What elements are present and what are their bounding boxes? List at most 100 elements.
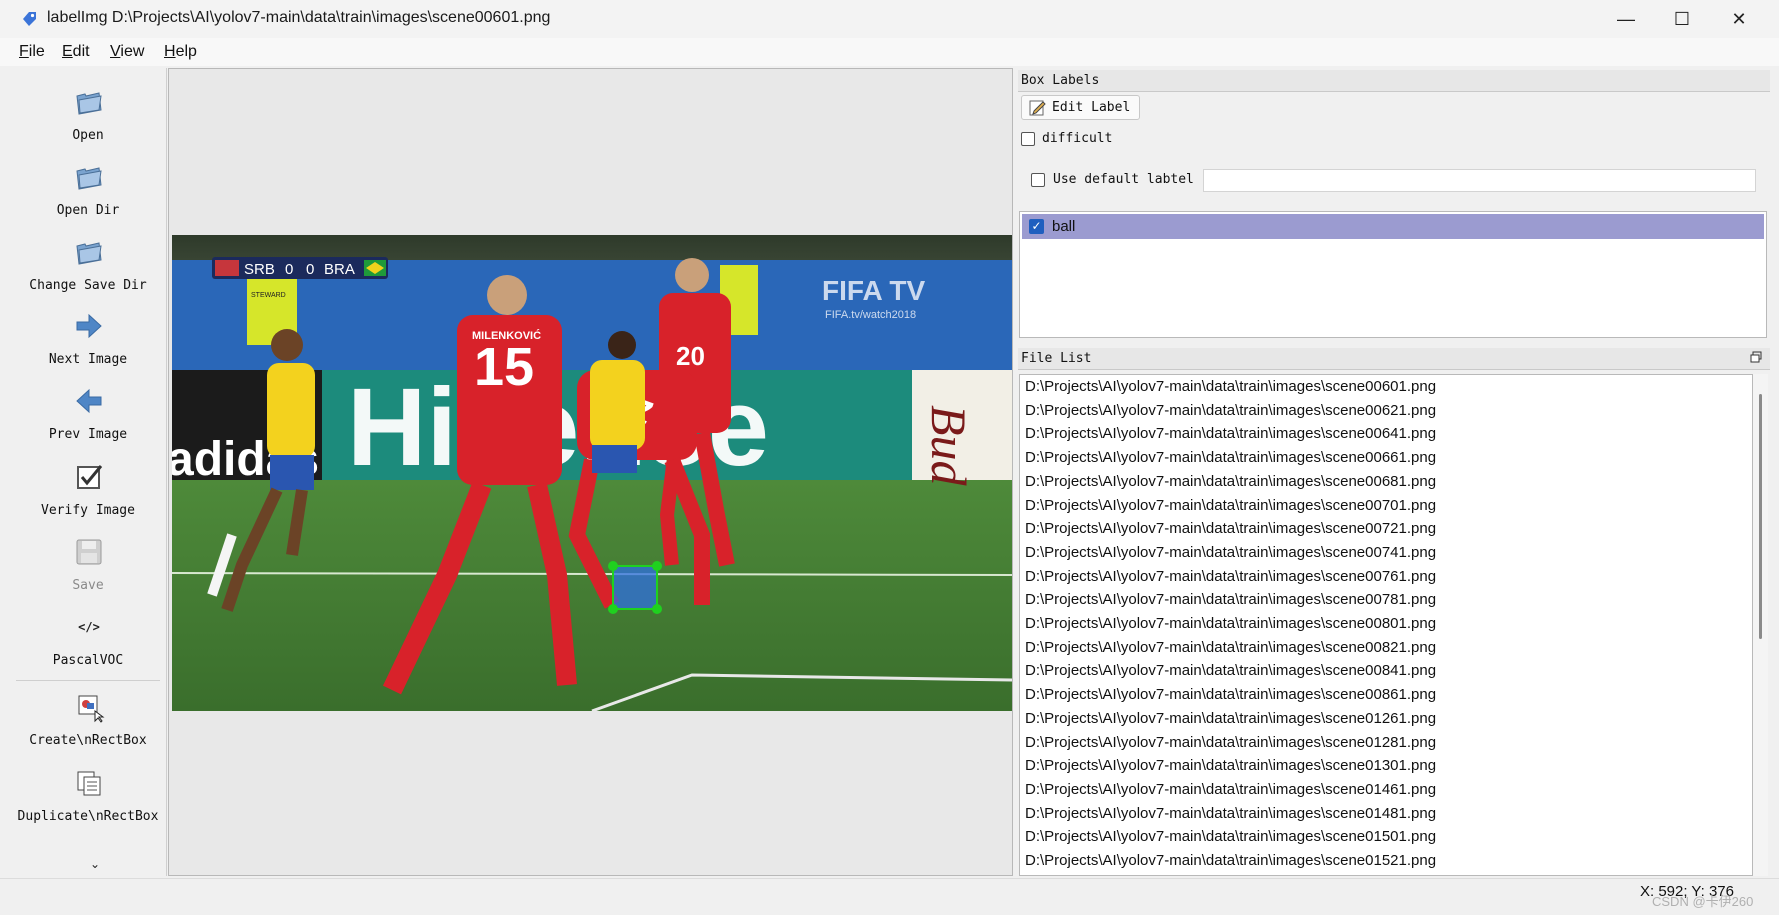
player-number-second: 20: [676, 341, 705, 371]
create-rectbox-button[interactable]: Create\nRectBox: [10, 685, 166, 755]
broadcaster-url: FIFA.tv/watch2018: [825, 309, 916, 321]
duplicate-rectbox-button[interactable]: Duplicate\nRectBox: [10, 761, 166, 831]
home-team: SRB: [244, 261, 275, 278]
duplicate-icon: [77, 771, 101, 796]
next-image-label: Next Image: [48, 352, 128, 367]
difficult-label: difficult: [1042, 131, 1113, 146]
watermark: CSDN @卡伊260: [1652, 894, 1754, 909]
file-list-item[interactable]: D:\Projects\AI\yolov7-main\data\train\im…: [1025, 402, 1436, 419]
file-list-item[interactable]: D:\Projects\AI\yolov7-main\data\train\im…: [1025, 686, 1436, 703]
chevron-down-icon[interactable]: ⌄: [90, 857, 100, 871]
duplicate-rectbox-label: Duplicate\nRectBox: [17, 809, 159, 824]
change-save-dir-button[interactable]: Change Save Dir: [10, 230, 166, 300]
broadcaster-logo: FIFA TV: [822, 275, 926, 306]
open-dir-button[interactable]: Open Dir: [10, 155, 166, 225]
arrow-left-icon: [76, 388, 102, 414]
default-label-input[interactable]: [1203, 169, 1756, 192]
pascalvoc-label: PascalVOC: [52, 653, 124, 668]
file-list-item[interactable]: D:\Projects\AI\yolov7-main\data\train\im…: [1025, 449, 1436, 466]
next-image-button[interactable]: Next Image: [10, 304, 166, 374]
file-list-item[interactable]: D:\Projects\AI\yolov7-main\data\train\im…: [1025, 520, 1436, 537]
open-label: Open: [72, 128, 104, 143]
file-list-item[interactable]: D:\Projects\AI\yolov7-main\data\train\im…: [1025, 781, 1436, 798]
toolbar-separator: [16, 680, 160, 681]
folder-icon: [76, 242, 102, 265]
file-list-item[interactable]: D:\Projects\AI\yolov7-main\data\train\im…: [1025, 473, 1436, 490]
folder-icon: [76, 167, 102, 190]
box-labels-title: Box Labels: [1018, 70, 1770, 92]
toolbar: Open Open Dir Change Save Dir Next Image…: [10, 68, 167, 876]
away-score: 0: [306, 261, 314, 278]
file-list-scrollbar[interactable]: [1753, 374, 1768, 876]
close-button[interactable]: ✕: [1711, 0, 1767, 38]
image-canvas[interactable]: Hisense adidas Bud FIFA TV FIFA.tv/watch…: [168, 68, 1013, 876]
label-name: ball: [1052, 218, 1076, 235]
menu-file[interactable]: File: [19, 43, 45, 61]
file-list-item[interactable]: D:\Projects\AI\yolov7-main\data\train\im…: [1025, 734, 1436, 751]
file-list-item[interactable]: D:\Projects\AI\yolov7-main\data\train\im…: [1025, 591, 1436, 608]
verify-image-button[interactable]: Verify Image: [10, 455, 166, 525]
use-default-label-text: Use default labtel: [1053, 172, 1194, 187]
close-icon: ✕: [1731, 8, 1747, 29]
home-score: 0: [285, 261, 293, 278]
label-item-ball[interactable]: ✓ ball: [1022, 214, 1764, 239]
steward-text: STEWARD: [251, 292, 286, 299]
file-list-item[interactable]: D:\Projects\AI\yolov7-main\data\train\im…: [1025, 710, 1436, 727]
edit-label-text: Edit Label: [1052, 100, 1131, 115]
create-rectbox-icon: [78, 695, 105, 723]
photo-drawing: Hisense adidas Bud FIFA TV FIFA.tv/watch…: [172, 235, 1012, 711]
prev-image-button[interactable]: Prev Image: [10, 379, 166, 449]
folder-icon: [76, 92, 102, 115]
arrow-right-icon: [76, 313, 102, 339]
svg-text:</>: </>: [78, 620, 100, 634]
soccer-photo: Hisense adidas Bud FIFA TV FIFA.tv/watch…: [172, 235, 1012, 711]
file-list-item[interactable]: D:\Projects\AI\yolov7-main\data\train\im…: [1025, 615, 1436, 632]
maximize-button[interactable]: ☐: [1654, 0, 1710, 38]
save-label: Save: [72, 578, 104, 593]
file-list: D:\Projects\AI\yolov7-main\data\train\im…: [1019, 374, 1753, 876]
file-list-item[interactable]: D:\Projects\AI\yolov7-main\data\train\im…: [1025, 757, 1436, 774]
save-button[interactable]: Save: [10, 530, 166, 600]
file-list-item[interactable]: D:\Projects\AI\yolov7-main\data\train\im…: [1025, 378, 1436, 395]
file-list-item[interactable]: D:\Projects\AI\yolov7-main\data\train\im…: [1025, 497, 1436, 514]
edit-label-button[interactable]: Edit Label: [1021, 95, 1140, 120]
dock-float-icon[interactable]: [1750, 351, 1762, 363]
open-dir-label: Open Dir: [56, 203, 120, 218]
menu-edit[interactable]: Edit: [62, 43, 90, 61]
floppy-icon: [76, 539, 102, 565]
ad-right-text: Bud: [921, 405, 977, 487]
verify-image-label: Verify Image: [41, 503, 135, 518]
file-list-item[interactable]: D:\Projects\AI\yolov7-main\data\train\im…: [1025, 568, 1436, 585]
player-number-main: 15: [474, 337, 534, 397]
create-rectbox-label: Create\nRectBox: [29, 733, 147, 748]
file-list-item[interactable]: D:\Projects\AI\yolov7-main\data\train\im…: [1025, 662, 1436, 679]
code-icon: </>: [78, 620, 100, 634]
file-list-item[interactable]: D:\Projects\AI\yolov7-main\data\train\im…: [1025, 852, 1436, 869]
menu-view[interactable]: View: [110, 43, 144, 61]
window-title: labelImg D:\Projects\AI\yolov7-main\data…: [47, 9, 551, 26]
bounding-box-ball[interactable]: [608, 561, 662, 614]
pascalvoc-button[interactable]: </> PascalVOC: [10, 605, 166, 675]
minimize-button[interactable]: —: [1598, 0, 1654, 38]
prev-image-label: Prev Image: [48, 427, 128, 442]
open-button[interactable]: Open: [10, 80, 166, 150]
menu-help[interactable]: Help: [164, 43, 197, 61]
file-list-item[interactable]: D:\Projects\AI\yolov7-main\data\train\im…: [1025, 425, 1436, 442]
difficult-checkbox[interactable]: [1021, 132, 1035, 146]
file-list-item[interactable]: D:\Projects\AI\yolov7-main\data\train\im…: [1025, 805, 1436, 822]
scoreboard: SRB 0 0 BRA: [212, 257, 388, 279]
scrollbar-thumb[interactable]: [1759, 394, 1762, 639]
away-team: BRA: [324, 261, 355, 278]
use-default-label-checkbox[interactable]: [1031, 173, 1045, 187]
menu-bar: File Edit View Help: [0, 38, 1779, 66]
maximize-icon: ☐: [1673, 8, 1691, 29]
label-checkbox-checked-icon[interactable]: ✓: [1029, 219, 1044, 234]
label-list: ✓ ball: [1019, 211, 1767, 338]
file-list-item[interactable]: D:\Projects\AI\yolov7-main\data\train\im…: [1025, 544, 1436, 561]
change-save-dir-label: Change Save Dir: [29, 278, 147, 293]
file-list-item[interactable]: D:\Projects\AI\yolov7-main\data\train\im…: [1025, 828, 1436, 845]
edit-icon: [1029, 100, 1046, 116]
player-name: MILENKOVIĆ: [472, 329, 541, 342]
app-tag-icon: [23, 12, 36, 26]
file-list-item[interactable]: D:\Projects\AI\yolov7-main\data\train\im…: [1025, 639, 1436, 656]
